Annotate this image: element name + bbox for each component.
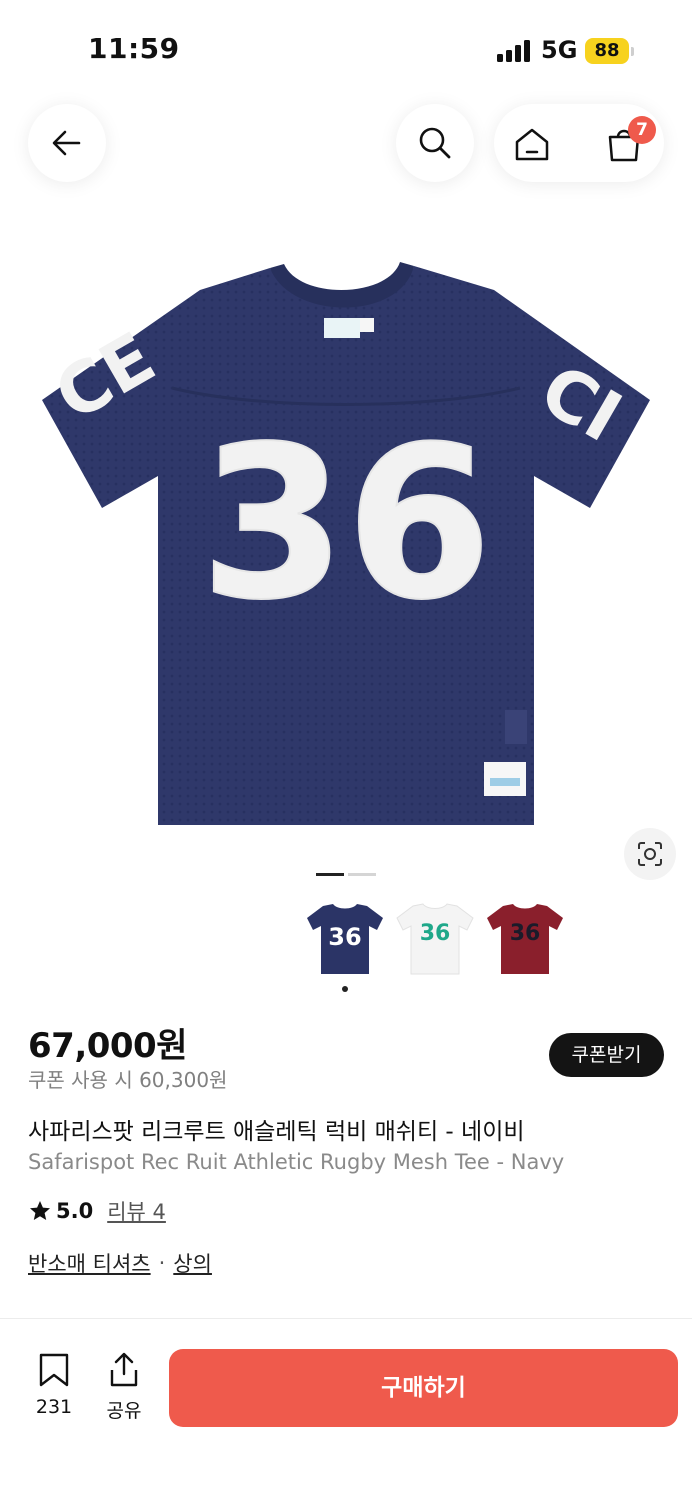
share-button[interactable]: 공유 [100,1352,148,1423]
swatch-white[interactable]: 36 [393,900,477,978]
color-swatches: 36 36 36 [303,900,567,980]
battery-icon: 88 [585,38,629,64]
camera-search-icon [638,842,662,866]
status-time: 11:59 [88,32,180,65]
bookmark-button[interactable]: 231 [30,1352,78,1418]
arrow-left-icon [52,130,81,156]
buy-button[interactable]: 구매하기 [169,1349,678,1427]
product-title-en: Safarispot Rec Ruit Athletic Rugby Mesh … [28,1150,565,1174]
pager-inactive [348,873,376,876]
swatch-number: 36 [510,921,541,946]
back-button[interactable] [28,104,106,182]
swatch-number: 36 [328,923,361,951]
swatch-navy[interactable]: 36 [303,900,387,978]
bookmark-count: 231 [35,1396,73,1418]
status-bar: 11:59 5G 88 [0,0,692,100]
swatch-number: 36 [420,921,451,946]
product-price: 67,000원 [28,1026,187,1066]
share-icon [110,1352,138,1387]
swatch-burgundy[interactable]: 36 [483,900,567,978]
bottom-action-bar: 231 공유 구매하기 [0,1330,692,1450]
category-link-top[interactable]: 상의 [173,1248,212,1278]
product-title-ko: 사파리스팟 리크루트 애슬레틱 럭비 매쉬티 - 네이비 [28,1119,525,1145]
image-search-button[interactable] [624,828,676,880]
home-icon [515,128,549,161]
image-pager [316,873,376,877]
swatch-selected-indicator [342,986,348,992]
divider [0,1318,692,1319]
share-label: 공유 [106,1400,142,1422]
search-icon [419,127,451,159]
search-button[interactable] [396,104,474,182]
jersey-number: 36 [200,401,492,646]
jersey-image: CE CI 36 [42,262,650,825]
home-button[interactable] [510,122,554,166]
breadcrumb-separator: · [158,1251,166,1275]
star-icon [30,1201,50,1220]
cart-count-badge: 7 [628,116,656,144]
coupon-price: 쿠폰 사용 시 60,300원 [28,1068,228,1092]
product-image[interactable]: CE CI 36 [0,240,692,860]
category-link-tshirt[interactable]: 반소매 티셔츠 [28,1248,151,1278]
rating-score: 5.0 [56,1199,94,1223]
breadcrumb: 반소매 티셔츠 · 상의 [28,1248,212,1278]
bookmark-icon [39,1353,69,1387]
network-type: 5G [541,36,578,64]
battery-tip [631,47,634,56]
reviews-link[interactable]: 리뷰 4 [107,1196,166,1226]
pager-active [316,873,344,876]
coupon-button[interactable]: 쿠폰받기 [549,1033,664,1077]
signal-icon [497,40,533,62]
rating: 5.0 리뷰 4 [28,1196,166,1226]
